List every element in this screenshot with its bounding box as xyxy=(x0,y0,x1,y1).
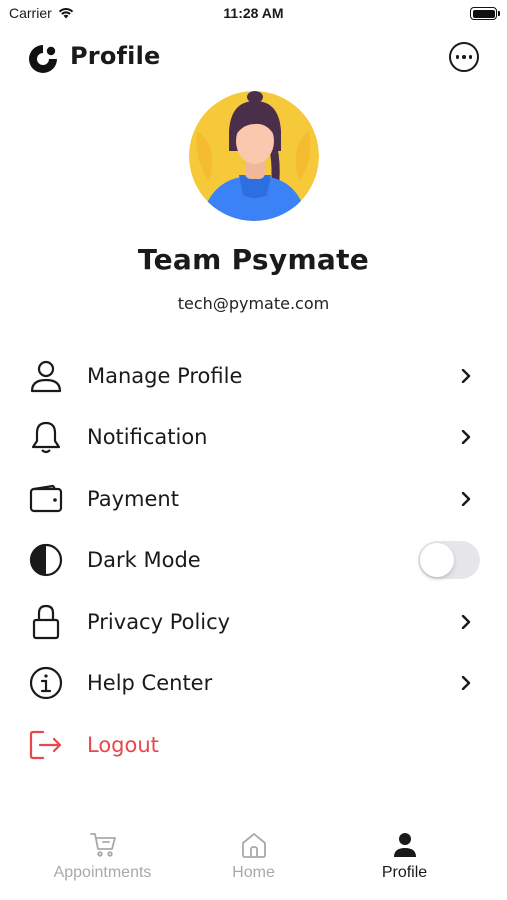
dark-mode-toggle[interactable] xyxy=(418,541,480,580)
chevron-right-icon xyxy=(461,614,471,629)
bell-icon xyxy=(28,419,64,455)
menu-item-logout[interactable]: Logout xyxy=(0,714,507,776)
status-bar: Carrier 11:28 AM xyxy=(0,0,507,30)
contrast-icon xyxy=(28,542,64,578)
more-options-button[interactable] xyxy=(449,42,479,72)
cart-icon xyxy=(88,830,118,860)
wallet-icon xyxy=(28,481,64,517)
tab-profile[interactable]: Profile xyxy=(320,830,489,882)
menu-item-dark-mode: Dark Mode xyxy=(0,530,507,592)
more-options-icon xyxy=(455,55,460,59)
status-time: 11:28 AM xyxy=(223,5,284,21)
psymate-logo-icon xyxy=(29,45,57,73)
profile-name: Team Psymate xyxy=(137,243,370,276)
menu-item-privacy-policy[interactable]: Privacy Policy xyxy=(0,591,507,653)
menu-item-payment[interactable]: Payment xyxy=(0,468,507,530)
person-icon xyxy=(390,830,420,860)
menu-item-manage-profile[interactable]: Manage Profile xyxy=(0,345,507,407)
menu-item-label: Logout xyxy=(87,732,159,757)
chevron-right-icon xyxy=(461,676,471,691)
chevron-right-icon xyxy=(461,491,471,506)
header: Profile xyxy=(0,38,507,78)
menu-item-notification[interactable]: Notification xyxy=(0,407,507,469)
menu-item-label: Privacy Policy xyxy=(87,609,231,634)
avatar-illustration xyxy=(189,91,319,221)
chevron-right-icon xyxy=(461,368,471,383)
battery-icon xyxy=(470,7,500,20)
avatar[interactable] xyxy=(189,91,319,221)
tab-label: Home xyxy=(232,864,275,881)
info-icon xyxy=(28,665,64,701)
menu-item-label: Notification xyxy=(87,425,208,450)
menu-item-label: Dark Mode xyxy=(87,548,201,573)
tab-appointments[interactable]: Appointments xyxy=(18,830,187,882)
tab-label: Appointments xyxy=(53,864,152,881)
bottom-tab-bar: Appointments Home Profile xyxy=(0,820,507,900)
toggle-knob xyxy=(420,543,454,578)
menu-item-help-center[interactable]: Help Center xyxy=(0,653,507,715)
profile-email: tech@pymate.com xyxy=(177,294,330,313)
menu-item-label: Payment xyxy=(87,486,179,511)
page-title: Profile xyxy=(70,42,161,70)
menu-item-label: Help Center xyxy=(87,671,213,696)
tab-label: Profile xyxy=(381,864,428,881)
profile-menu: Manage Profile Notification Payment Dark… xyxy=(0,345,507,776)
home-icon xyxy=(239,830,269,860)
chevron-right-icon xyxy=(461,430,471,445)
user-icon xyxy=(28,358,64,394)
lock-icon xyxy=(28,604,64,640)
menu-item-label: Manage Profile xyxy=(87,363,243,388)
logout-icon xyxy=(28,727,64,763)
tab-home[interactable]: Home xyxy=(169,830,338,882)
